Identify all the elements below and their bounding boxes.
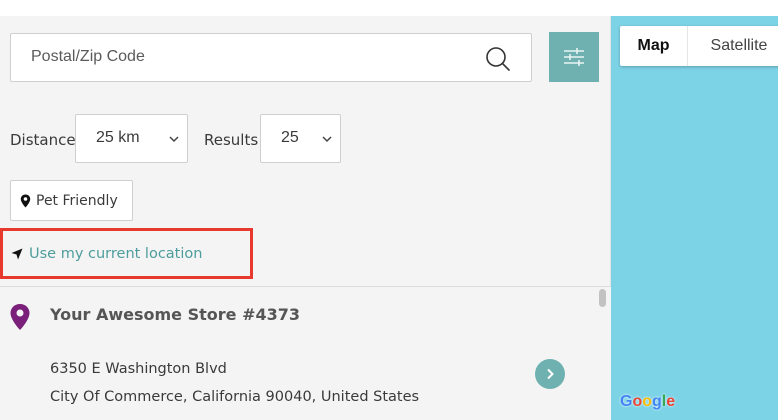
map-pin-icon [20, 194, 31, 207]
pet-friendly-label: Pet Friendly [36, 192, 118, 209]
results-value: 25 [281, 129, 299, 146]
location-arrow-icon [11, 248, 23, 259]
use-current-location-label: Use my current location [29, 245, 203, 262]
results-label: Results [204, 131, 259, 149]
map-type-map-button[interactable]: Map [620, 26, 688, 66]
store-address-line1: 6350 E Washington Blvd [50, 361, 227, 377]
store-locator-panel: Postal/Zip Code Distance 25 km Results 2… [0, 16, 611, 420]
search-icon[interactable] [485, 46, 511, 72]
map-type-toggle: Map Satellite [620, 26, 778, 66]
store-name[interactable]: Your Awesome Store #4373 [50, 305, 300, 324]
distance-select[interactable]: 25 km [75, 114, 188, 163]
distance-value: 25 km [96, 129, 140, 146]
search-placeholder: Postal/Zip Code [31, 48, 145, 65]
chevron-down-icon [169, 136, 179, 143]
store-results-list[interactable]: Your Awesome Store #4373 6350 E Washingt… [0, 286, 611, 420]
store-details-button[interactable] [535, 359, 565, 389]
map-type-satellite-button[interactable]: Satellite [688, 26, 778, 66]
top-strip [0, 0, 778, 16]
results-scrollbar[interactable] [599, 289, 606, 307]
use-current-location-link[interactable]: Use my current location [0, 228, 253, 279]
google-logo: Google [620, 393, 676, 410]
distance-label: Distance [10, 131, 76, 149]
filter-settings-button[interactable] [549, 32, 599, 82]
store-address-line2: City Of Commerce, California 90040, Unit… [50, 389, 420, 405]
results-select[interactable]: 25 [260, 114, 341, 163]
store-pin-icon [10, 304, 30, 330]
chevron-down-icon [322, 136, 332, 143]
chevron-right-icon [547, 368, 554, 380]
pet-friendly-filter-chip[interactable]: Pet Friendly [10, 180, 133, 221]
map-view[interactable]: Map Satellite Google [611, 16, 778, 420]
sliders-icon [564, 48, 584, 66]
postal-code-search-input[interactable]: Postal/Zip Code [10, 33, 532, 82]
